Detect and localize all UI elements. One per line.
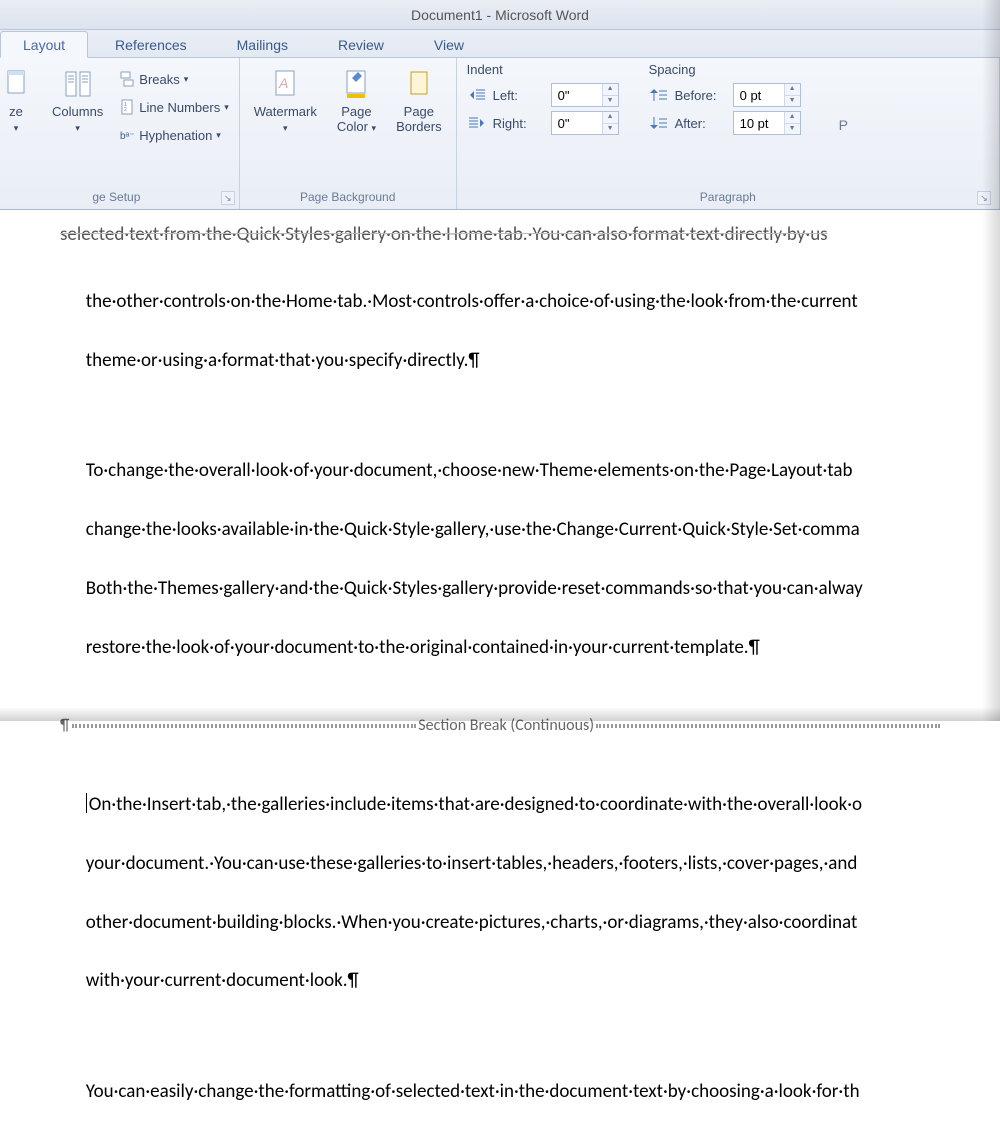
tab-label: View bbox=[434, 37, 464, 53]
paragraph: the·other·controls·on·the·Home·tab.·Most… bbox=[60, 257, 940, 404]
page-borders-button[interactable]: Page Borders bbox=[388, 62, 450, 136]
svg-text:bᵃ⁻: bᵃ⁻ bbox=[120, 131, 135, 142]
title-bar: Document1 - Microsoft Word bbox=[0, 0, 1000, 30]
spacing-after-label: After: bbox=[675, 116, 727, 131]
paragraph: You·can·easily·change·the·formatting·of·… bbox=[60, 1047, 940, 1135]
paragraph: On·the·Insert·tab,·the·galleries·include… bbox=[60, 760, 940, 1025]
svg-text:A: A bbox=[278, 75, 288, 91]
watermark-button[interactable]: A Watermark ▾ bbox=[246, 62, 325, 138]
line-numbers-button[interactable]: 12 Line Numbers ▾ bbox=[115, 94, 232, 120]
size-button[interactable]: ze ▾ bbox=[0, 62, 40, 138]
tab-label: Review bbox=[338, 37, 384, 53]
breaks-button[interactable]: Breaks ▾ bbox=[115, 66, 232, 92]
dialog-launcher[interactable]: ↘ bbox=[977, 191, 991, 205]
input[interactable] bbox=[734, 112, 784, 134]
group-label: ge Setup ↘ bbox=[0, 187, 233, 207]
svg-text:2: 2 bbox=[124, 107, 127, 113]
spacing-before-label: Before: bbox=[675, 88, 727, 103]
chevron-down-icon: ▾ bbox=[75, 123, 80, 133]
spinner[interactable]: ▲▼ bbox=[602, 112, 618, 134]
section-break: ¶ Section Break (Continuous) bbox=[60, 714, 940, 739]
hyphenation-button[interactable]: bᵃ⁻ Hyphenation ▾ bbox=[115, 122, 232, 148]
input[interactable] bbox=[552, 112, 602, 134]
dialog-launcher[interactable]: ↘ bbox=[221, 191, 235, 205]
label: ze bbox=[9, 104, 23, 119]
line-numbers-icon: 12 bbox=[119, 99, 135, 115]
ribbon: ze ▾ Columns ▾ Breaks ▾ 12 Line Numbers ▾ bbox=[0, 58, 1000, 210]
spacing-title: Spacing bbox=[649, 62, 801, 77]
spacing-after-input[interactable]: ▲▼ bbox=[733, 111, 801, 135]
indent-right-icon bbox=[467, 113, 487, 133]
chevron-down-icon: ▾ bbox=[14, 123, 19, 133]
label: Page Borders bbox=[396, 104, 442, 134]
watermark-icon: A bbox=[269, 68, 301, 100]
section-break-label: Section Break (Continuous) bbox=[416, 714, 596, 739]
group-paragraph: Indent Left: ▲▼ Right: ▲▼ bbox=[457, 58, 1000, 209]
page-content[interactable]: selected·text·from·the·Quick·Styles·gall… bbox=[0, 220, 1000, 1136]
chevron-down-icon: ▾ bbox=[372, 123, 377, 133]
input[interactable] bbox=[552, 84, 602, 106]
indent-right-label: Right: bbox=[493, 116, 545, 131]
label: Breaks bbox=[139, 72, 179, 87]
page-borders-icon bbox=[403, 68, 435, 100]
input[interactable] bbox=[734, 84, 784, 106]
page-size-icon bbox=[0, 68, 32, 100]
tab-mailings[interactable]: Mailings bbox=[214, 31, 311, 57]
hyphenation-icon: bᵃ⁻ bbox=[119, 127, 135, 143]
tab-layout[interactable]: Layout bbox=[0, 31, 88, 58]
spacing-before-input[interactable]: ▲▼ bbox=[733, 83, 801, 107]
columns-icon bbox=[62, 68, 94, 100]
chevron-down-icon: ▾ bbox=[283, 123, 288, 133]
group-label: Page Background bbox=[246, 187, 450, 207]
cutoff-letter: P bbox=[839, 117, 848, 133]
indent-title: Indent bbox=[467, 62, 619, 77]
group-label: Paragraph ↘ bbox=[467, 187, 989, 207]
chevron-down-icon: ▾ bbox=[184, 74, 189, 85]
group-page-setup: ze ▾ Columns ▾ Breaks ▾ 12 Line Numbers ▾ bbox=[0, 58, 240, 209]
page-color-icon bbox=[340, 68, 372, 100]
spinner[interactable]: ▲▼ bbox=[784, 84, 800, 106]
ribbon-tabs: Layout References Mailings Review View bbox=[0, 30, 1000, 58]
tab-label: References bbox=[115, 37, 187, 53]
indent-left-icon bbox=[467, 85, 487, 105]
label: Hyphenation bbox=[139, 128, 212, 143]
tab-review[interactable]: Review bbox=[315, 31, 407, 57]
page-color-button[interactable]: Page Color ▾ bbox=[329, 62, 384, 138]
indent-right-input[interactable]: ▲▼ bbox=[551, 111, 619, 135]
paragraph: To·change·the·overall·look·of·your·docum… bbox=[60, 427, 940, 692]
label: Columns bbox=[52, 104, 103, 119]
tab-view[interactable]: View bbox=[411, 31, 487, 57]
text-cursor bbox=[86, 793, 87, 813]
spinner[interactable]: ▲▼ bbox=[784, 112, 800, 134]
tab-label: Layout bbox=[23, 37, 65, 53]
chevron-down-icon: ▾ bbox=[224, 102, 229, 113]
spacing-after-icon bbox=[649, 113, 669, 133]
label: Page Color bbox=[337, 104, 372, 134]
window-title: Document1 - Microsoft Word bbox=[411, 7, 589, 23]
columns-button[interactable]: Columns ▾ bbox=[44, 62, 111, 138]
group-page-background: A Watermark ▾ Page Color ▾ Page Borders P… bbox=[240, 58, 457, 209]
document-area[interactable]: selected·text·from·the·Quick·Styles·gall… bbox=[0, 210, 1000, 1136]
tab-references[interactable]: References bbox=[92, 31, 210, 57]
label: Line Numbers bbox=[139, 100, 220, 115]
label: Watermark bbox=[254, 104, 317, 119]
pilcrow-icon: ¶ bbox=[60, 714, 69, 739]
chevron-down-icon: ▾ bbox=[216, 130, 221, 141]
indent-left-label: Left: bbox=[493, 88, 545, 103]
spinner[interactable]: ▲▼ bbox=[602, 84, 618, 106]
spacing-before-icon bbox=[649, 85, 669, 105]
paragraph-cutoff: selected·text·from·the·Quick·Styles·gall… bbox=[60, 220, 940, 249]
tab-label: Mailings bbox=[237, 37, 288, 53]
breaks-icon bbox=[119, 71, 135, 87]
indent-left-input[interactable]: ▲▼ bbox=[551, 83, 619, 107]
